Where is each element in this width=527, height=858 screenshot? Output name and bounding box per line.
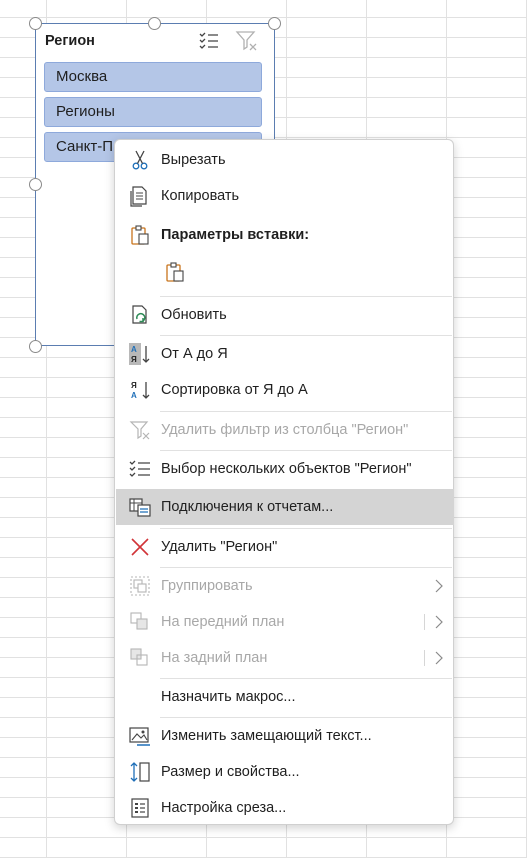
- slicer-title: Регион: [45, 33, 95, 49]
- menu-item-report-connections[interactable]: Подключения к отчетам...: [116, 489, 454, 525]
- svg-text:Я: Я: [131, 381, 137, 390]
- group-icon: [130, 576, 150, 596]
- chevron-right-icon: [435, 615, 443, 629]
- paste-icon: [131, 225, 149, 245]
- send-backward-icon: [130, 648, 148, 666]
- menu-item-label: Изменить замещающий текст...: [161, 728, 372, 744]
- resize-handle[interactable]: [29, 178, 42, 191]
- menu-item-group: Группировать: [116, 568, 454, 604]
- refresh-icon: [132, 305, 147, 324]
- menu-item-alt-text[interactable]: Изменить замещающий текст...: [116, 718, 454, 754]
- menu-item-label: Обновить: [161, 307, 227, 323]
- menu-item-label: Назначить макрос...: [161, 689, 296, 705]
- clear-filter-icon: [129, 421, 150, 440]
- menu-item-copy[interactable]: Копировать: [116, 178, 454, 214]
- svg-text:А: А: [131, 391, 137, 400]
- menu-item-label: От А до Я: [161, 346, 228, 362]
- menu-item-refresh[interactable]: Обновить: [116, 297, 454, 333]
- resize-handle[interactable]: [268, 17, 281, 30]
- paste-option-icon: [166, 262, 184, 282]
- menu-item-delete[interactable]: Удалить "Регион": [116, 529, 454, 565]
- menu-item-label: Параметры вставки:: [161, 227, 310, 243]
- menu-item-paste-options: Параметры вставки:: [116, 217, 454, 253]
- svg-text:Я: Я: [131, 355, 137, 364]
- slicer-item[interactable]: Москва: [44, 62, 262, 92]
- copy-icon: [130, 186, 147, 207]
- paste-option-button[interactable]: [159, 254, 193, 290]
- menu-item-multi-select[interactable]: Выбор нескольких объектов "Регион": [116, 451, 454, 487]
- scissors-icon: [132, 150, 148, 170]
- menu-item-size-properties[interactable]: Размер и свойства...: [116, 754, 454, 790]
- menu-item-cut[interactable]: Вырезать: [116, 142, 454, 178]
- resize-handle[interactable]: [148, 17, 161, 30]
- menu-item-label: На передний план: [161, 614, 285, 630]
- menu-item-label: Копировать: [161, 188, 240, 204]
- menu-item-label: Настройка среза...: [161, 800, 287, 816]
- context-menu: Вырезать Копировать Параметры вставки: О…: [114, 139, 454, 825]
- menu-item-label: Вырезать: [161, 152, 226, 168]
- multi-select-icon[interactable]: [197, 29, 221, 53]
- menu-item-label: На задний план: [161, 650, 268, 666]
- clear-filter-icon[interactable]: [235, 29, 259, 53]
- menu-item-assign-macro[interactable]: Назначить макрос...: [116, 679, 454, 715]
- menu-item-sort-az[interactable]: А Я От А до Я: [116, 336, 454, 372]
- menu-item-label: Подключения к отчетам...: [161, 499, 334, 515]
- menu-item-label: Группировать: [161, 578, 253, 594]
- menu-item-slicer-settings[interactable]: Настройка среза...: [116, 790, 454, 826]
- menu-item-clear-filter: Удалить фильтр из столбца "Регион": [116, 412, 454, 448]
- sort-za-icon: Я А: [131, 381, 150, 400]
- chevron-right-icon: [435, 579, 443, 593]
- sort-az-icon: А Я: [129, 343, 150, 365]
- report-connections-icon: [129, 498, 151, 517]
- menu-item-label: Размер и свойства...: [161, 764, 300, 780]
- slicer-item[interactable]: Регионы: [44, 97, 262, 127]
- menu-item-bring-forward: На передний план: [116, 604, 454, 640]
- menu-item-label: Сортировка от Я до А: [161, 382, 308, 398]
- menu-item-label: Удалить "Регион": [161, 539, 278, 555]
- menu-item-label: Удалить фильтр из столбца "Регион": [161, 422, 409, 438]
- delete-icon: [131, 538, 149, 556]
- split-divider: [424, 650, 425, 666]
- resize-handle[interactable]: [29, 17, 42, 30]
- menu-item-send-backward: На задний план: [116, 640, 454, 676]
- menu-item-sort-za[interactable]: Я А Сортировка от Я до А: [116, 372, 454, 408]
- split-divider: [424, 614, 425, 630]
- svg-text:А: А: [131, 345, 137, 354]
- chevron-right-icon: [435, 651, 443, 665]
- slicer-settings-icon: [131, 798, 149, 818]
- resize-handle[interactable]: [29, 340, 42, 353]
- size-properties-icon: [130, 762, 150, 782]
- bring-forward-icon: [130, 612, 148, 630]
- multi-select-icon: [129, 460, 150, 477]
- menu-item-label: Выбор нескольких объектов "Регион": [161, 461, 412, 477]
- alt-text-icon: [129, 727, 150, 746]
